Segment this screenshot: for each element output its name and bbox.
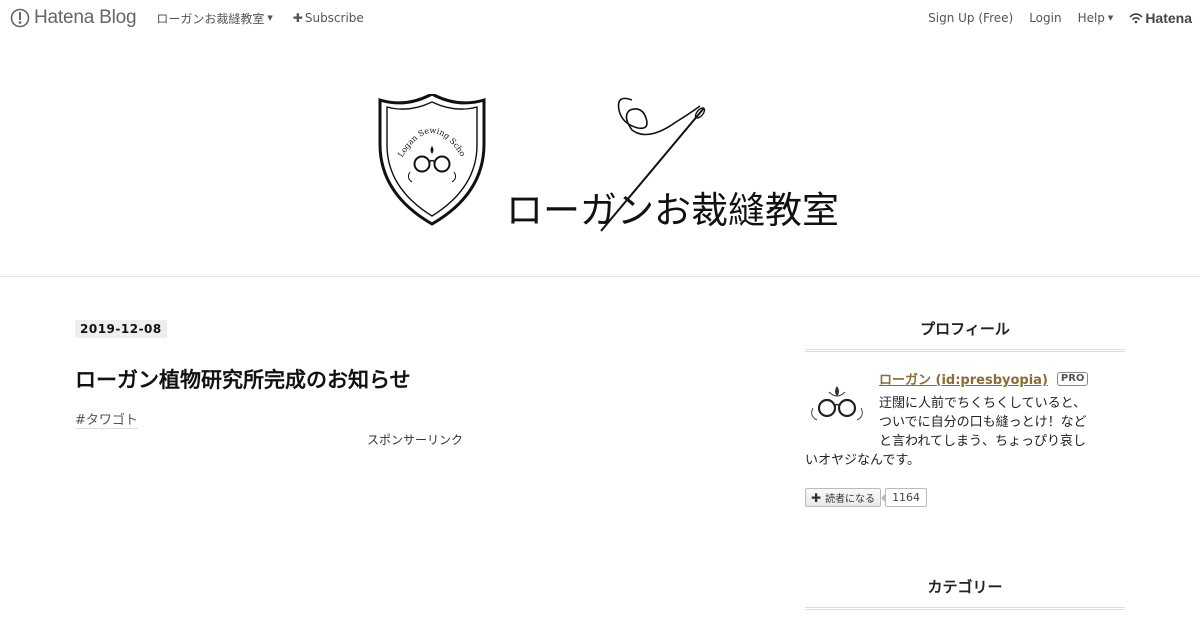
blog-menu-dropdown[interactable]: ローガンお裁縫教室 ▼ bbox=[156, 0, 272, 36]
login-link[interactable]: Login bbox=[1029, 0, 1061, 36]
hatena-wordmark: Hatena bbox=[1145, 10, 1192, 26]
global-header-right: Sign Up (Free) Login Help ▼ Hatena bbox=[912, 0, 1192, 36]
entry-category-tag[interactable]: #タワゴト bbox=[75, 409, 138, 429]
hatena-blog-logo[interactable]: Hatena Blog bbox=[10, 7, 137, 29]
global-header: Hatena Blog ローガンお裁縫教室 ▼ ✚ Subscribe Sign… bbox=[0, 0, 1200, 36]
hatena-wifi-icon bbox=[1129, 13, 1143, 24]
subscribe-button[interactable]: ✚ 読者になる bbox=[805, 488, 882, 507]
subscribe-button-label: 読者になる bbox=[825, 494, 876, 505]
blog-header: Logan Sewing School ローガンお裁縫教室 bbox=[0, 36, 1200, 277]
profile-module-title: プロフィール bbox=[805, 318, 1125, 352]
pro-badge[interactable]: PRO bbox=[1056, 371, 1089, 386]
sidebar: プロフィール ローガン (id:presbyopia) PRO 迂闊に人前でちく… bbox=[805, 318, 1125, 610]
help-dropdown[interactable]: Help ▼ bbox=[1078, 0, 1114, 36]
entry-date[interactable]: 2019-12-08 bbox=[75, 320, 167, 338]
profile-module: ローガン (id:presbyopia) PRO 迂闊に人前でちくちくしていると… bbox=[805, 366, 1125, 486]
caret-down-icon: ▼ bbox=[1107, 14, 1114, 22]
profile-desc-line: 迂闊に人前でちくちくしていると、 bbox=[879, 396, 1087, 411]
hatena-blog-icon bbox=[10, 8, 30, 28]
profile-desc-line: いオヤジなんです。 bbox=[805, 453, 921, 468]
subscribe-link[interactable]: ✚ Subscribe bbox=[293, 0, 364, 36]
category-module: カテゴリー bbox=[805, 576, 1125, 610]
subscribe-label: Subscribe bbox=[304, 11, 364, 25]
subscriber-count[interactable]: 1164 bbox=[881, 488, 928, 507]
entry-title[interactable]: ローガン植物研究所完成のお知らせ bbox=[75, 364, 755, 394]
signup-label: Sign Up (Free) bbox=[928, 11, 1014, 25]
help-label: Help bbox=[1077, 11, 1105, 25]
category-module-title: カテゴリー bbox=[805, 576, 1125, 610]
hatena-logo[interactable]: Hatena bbox=[1129, 10, 1192, 26]
sponsored-link-label: スポンサーリンク bbox=[366, 433, 463, 447]
plus-icon: ✚ bbox=[292, 11, 303, 25]
blog-menu-label: ローガンお裁縫教室 bbox=[156, 11, 265, 26]
login-label: Login bbox=[1029, 11, 1062, 25]
profile-desc-line: と言われてしまう、ちょっぴり哀し bbox=[879, 434, 1086, 449]
subscribe-row: ✚ 読者になる 1164 bbox=[805, 488, 928, 507]
profile-desc-line: ついでに自分の口も縫っとけ！など bbox=[879, 415, 1087, 430]
caret-down-icon: ▼ bbox=[267, 14, 273, 22]
hatena-blog-brand: Hatena Blog bbox=[34, 7, 137, 28]
main-content: 2019-12-08 ローガン植物研究所完成のお知らせ #タワゴト スポンサーリ… bbox=[75, 318, 755, 447]
plus-icon: ✚ bbox=[811, 490, 822, 505]
profile-name-link[interactable]: ローガン (id:presbyopia) bbox=[879, 369, 1048, 388]
global-header-left: Hatena Blog ローガンお裁縫教室 ▼ ✚ Subscribe bbox=[0, 0, 364, 36]
profile-description: 迂闊に人前でちくちくしていると、 ついでに自分の口も縫っとけ！など と言われてし… bbox=[805, 394, 1125, 470]
profile-name-line: ローガン (id:presbyopia) PRO bbox=[879, 369, 1089, 388]
blog-title[interactable]: ローガンお裁縫教室 bbox=[506, 180, 839, 234]
signup-link[interactable]: Sign Up (Free) bbox=[928, 0, 1013, 36]
